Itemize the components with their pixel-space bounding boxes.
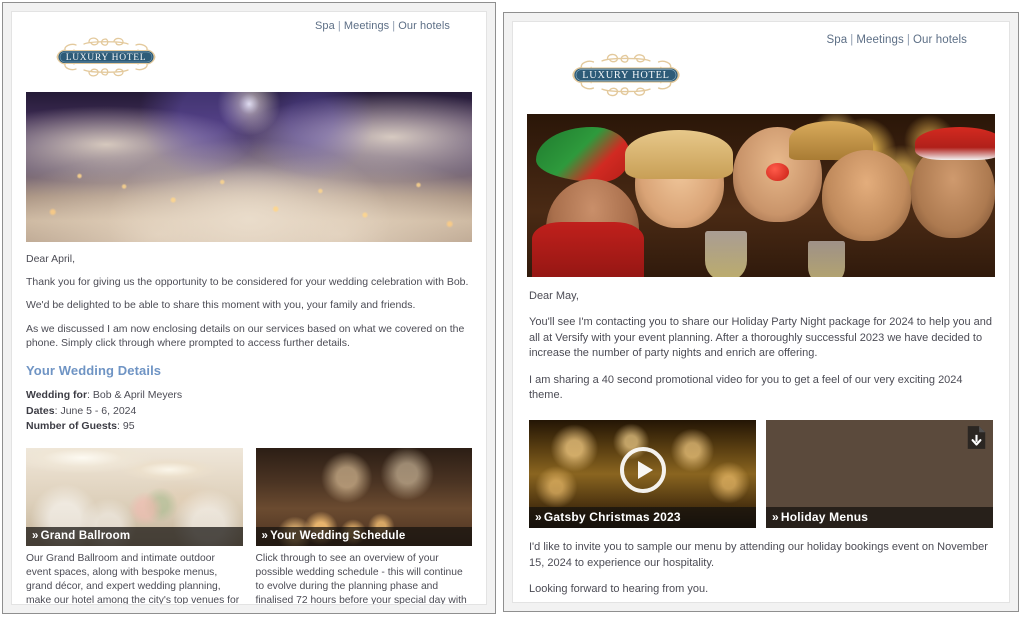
wedding-cards-row: » Grand Ballroom Our Grand Ballroom and i… bbox=[12, 448, 486, 605]
luxury-hotel-logo-icon: LUXURY HOTEL bbox=[572, 53, 680, 97]
nav-link-meetings[interactable]: Meetings bbox=[344, 20, 389, 32]
brand-logo[interactable]: LUXURY HOTEL bbox=[40, 34, 172, 80]
detail-value: Bob & April Meyers bbox=[92, 389, 183, 402]
nav-separator: | bbox=[337, 20, 341, 32]
wedding-email-body: Spa | Meetings | Our hotels LUXURY HOTEL… bbox=[11, 11, 487, 605]
logo-wordmark: LUXURY HOTEL bbox=[582, 70, 670, 81]
wedding-email-preview: Spa | Meetings | Our hotels LUXURY HOTEL… bbox=[2, 2, 496, 614]
card-body-grand-ballroom: Our Grand Ballroom and intimate outdoor … bbox=[26, 553, 240, 605]
brand-logo[interactable]: LUXURY HOTEL bbox=[555, 50, 697, 100]
luxury-hotel-logo-icon: LUXURY HOTEL bbox=[56, 37, 156, 77]
card-caption-label: Gatsby Christmas 2023 bbox=[543, 510, 681, 525]
nav-separator: | bbox=[850, 34, 854, 46]
holiday-cards-row: » Gatsby Christmas 2023 » Holiday Menus bbox=[513, 420, 1009, 529]
detail-row-wedding-for: Wedding for: Bob & April Meyers bbox=[26, 389, 183, 402]
nav-link-our-hotels[interactable]: Our hotels bbox=[913, 34, 967, 46]
paragraph-4: Looking forward to hearing from you. bbox=[529, 583, 709, 596]
detail-label: Wedding for bbox=[26, 389, 88, 402]
wedding-details-list: Wedding for: Bob & April Meyers Dates: J… bbox=[26, 388, 472, 434]
paragraph-2: We'd be delighted to be able to share th… bbox=[26, 299, 416, 312]
card-grand-ballroom[interactable]: » Grand Ballroom Our Grand Ballroom and i… bbox=[26, 448, 243, 605]
card-caption-label: Your Wedding Schedule bbox=[270, 530, 406, 543]
holiday-party-photo bbox=[527, 114, 995, 277]
nav-link-spa[interactable]: Spa bbox=[315, 20, 335, 32]
nav-link-meetings[interactable]: Meetings bbox=[856, 34, 903, 46]
paragraph-3: As we discussed I am now enclosing detai… bbox=[26, 322, 465, 349]
logo-wordmark: LUXURY HOTEL bbox=[66, 53, 147, 63]
card-image-grand-ballroom[interactable]: » Grand Ballroom bbox=[26, 448, 243, 547]
top-nav-left: Spa | Meetings | Our hotels bbox=[26, 18, 472, 32]
paragraph-3: I'd like to invite you to sample our men… bbox=[529, 541, 988, 569]
download-document-icon[interactable] bbox=[966, 425, 987, 450]
detail-value: 95 bbox=[122, 419, 135, 432]
card-image-gatsby-christmas[interactable]: » Gatsby Christmas 2023 bbox=[529, 420, 756, 529]
play-icon bbox=[637, 461, 653, 480]
ballroom-night-photo bbox=[26, 92, 472, 242]
card-gatsby-christmas[interactable]: » Gatsby Christmas 2023 bbox=[529, 420, 756, 529]
holiday-email-preview: Spa | Meetings | Our hotels LUXURY HOTEL… bbox=[503, 12, 1019, 612]
holiday-hero-image bbox=[527, 114, 995, 277]
card-caption-grand-ballroom[interactable]: » Grand Ballroom bbox=[26, 527, 243, 547]
detail-row-dates: Dates: June 5 - 6, 2024 bbox=[26, 404, 137, 417]
holiday-email-content-bottom: I'd like to invite you to sample our men… bbox=[513, 528, 1009, 602]
chevron-right-icon: » bbox=[261, 530, 269, 543]
play-video-button[interactable] bbox=[619, 447, 666, 494]
nav-link-spa[interactable]: Spa bbox=[827, 34, 848, 46]
chevron-right-icon: » bbox=[32, 530, 39, 543]
holiday-email-body: Spa | Meetings | Our hotels LUXURY HOTEL… bbox=[512, 21, 1010, 603]
chevron-right-icon: » bbox=[535, 510, 542, 525]
screenshot-stage: Spa | Meetings | Our hotels LUXURY HOTEL… bbox=[0, 0, 1024, 630]
card-image-wedding-schedule[interactable]: » Your Wedding Schedule bbox=[255, 448, 472, 547]
wedding-details-heading: Your Wedding Details bbox=[26, 362, 162, 378]
top-nav-right: Spa | Meetings | Our hotels bbox=[527, 28, 995, 46]
paragraph-1: Thank you for giving us the opportunity … bbox=[26, 276, 469, 289]
card-caption-wedding-schedule[interactable]: » Your Wedding Schedule bbox=[255, 527, 472, 547]
greeting-line: Dear April, bbox=[26, 253, 76, 265]
email-header-right: Spa | Meetings | Our hotels LUXURY HOTEL bbox=[513, 22, 1009, 104]
wedding-email-content: Dear April, Thank you for giving us the … bbox=[12, 242, 486, 448]
card-caption-gatsby-christmas[interactable]: » Gatsby Christmas 2023 bbox=[529, 507, 756, 529]
card-image-holiday-menus[interactable]: » Holiday Menus bbox=[766, 420, 993, 529]
card-body-wedding-schedule: Click through to see an overview of your… bbox=[255, 553, 467, 605]
holiday-email-content-top: Dear May, You'll see I'm contacting you … bbox=[513, 277, 1009, 420]
nav-link-our-hotels[interactable]: Our hotels bbox=[398, 20, 450, 32]
greeting-line: Dear May, bbox=[529, 290, 579, 302]
chevron-right-icon: » bbox=[772, 510, 779, 525]
email-header-left: Spa | Meetings | Our hotels LUXURY HOTEL bbox=[12, 12, 486, 84]
card-caption-holiday-menus[interactable]: » Holiday Menus bbox=[766, 507, 993, 529]
wedding-hero-image bbox=[26, 92, 472, 242]
nav-separator: | bbox=[906, 34, 910, 46]
card-caption-label: Grand Ballroom bbox=[40, 530, 131, 543]
detail-value: June 5 - 6, 2024 bbox=[60, 404, 137, 417]
card-wedding-schedule[interactable]: » Your Wedding Schedule Click through to … bbox=[255, 448, 472, 605]
paragraph-1: You'll see I'm contacting you to share o… bbox=[529, 316, 993, 360]
detail-row-guests: Number of Guests: 95 bbox=[26, 419, 135, 432]
detail-label: Number of Guests bbox=[26, 419, 118, 432]
detail-label: Dates bbox=[26, 404, 55, 417]
paragraph-2: I am sharing a 40 second promotional vid… bbox=[529, 373, 963, 401]
card-caption-label: Holiday Menus bbox=[780, 510, 869, 525]
card-holiday-menus[interactable]: » Holiday Menus bbox=[766, 420, 993, 529]
nav-separator: | bbox=[392, 20, 396, 32]
